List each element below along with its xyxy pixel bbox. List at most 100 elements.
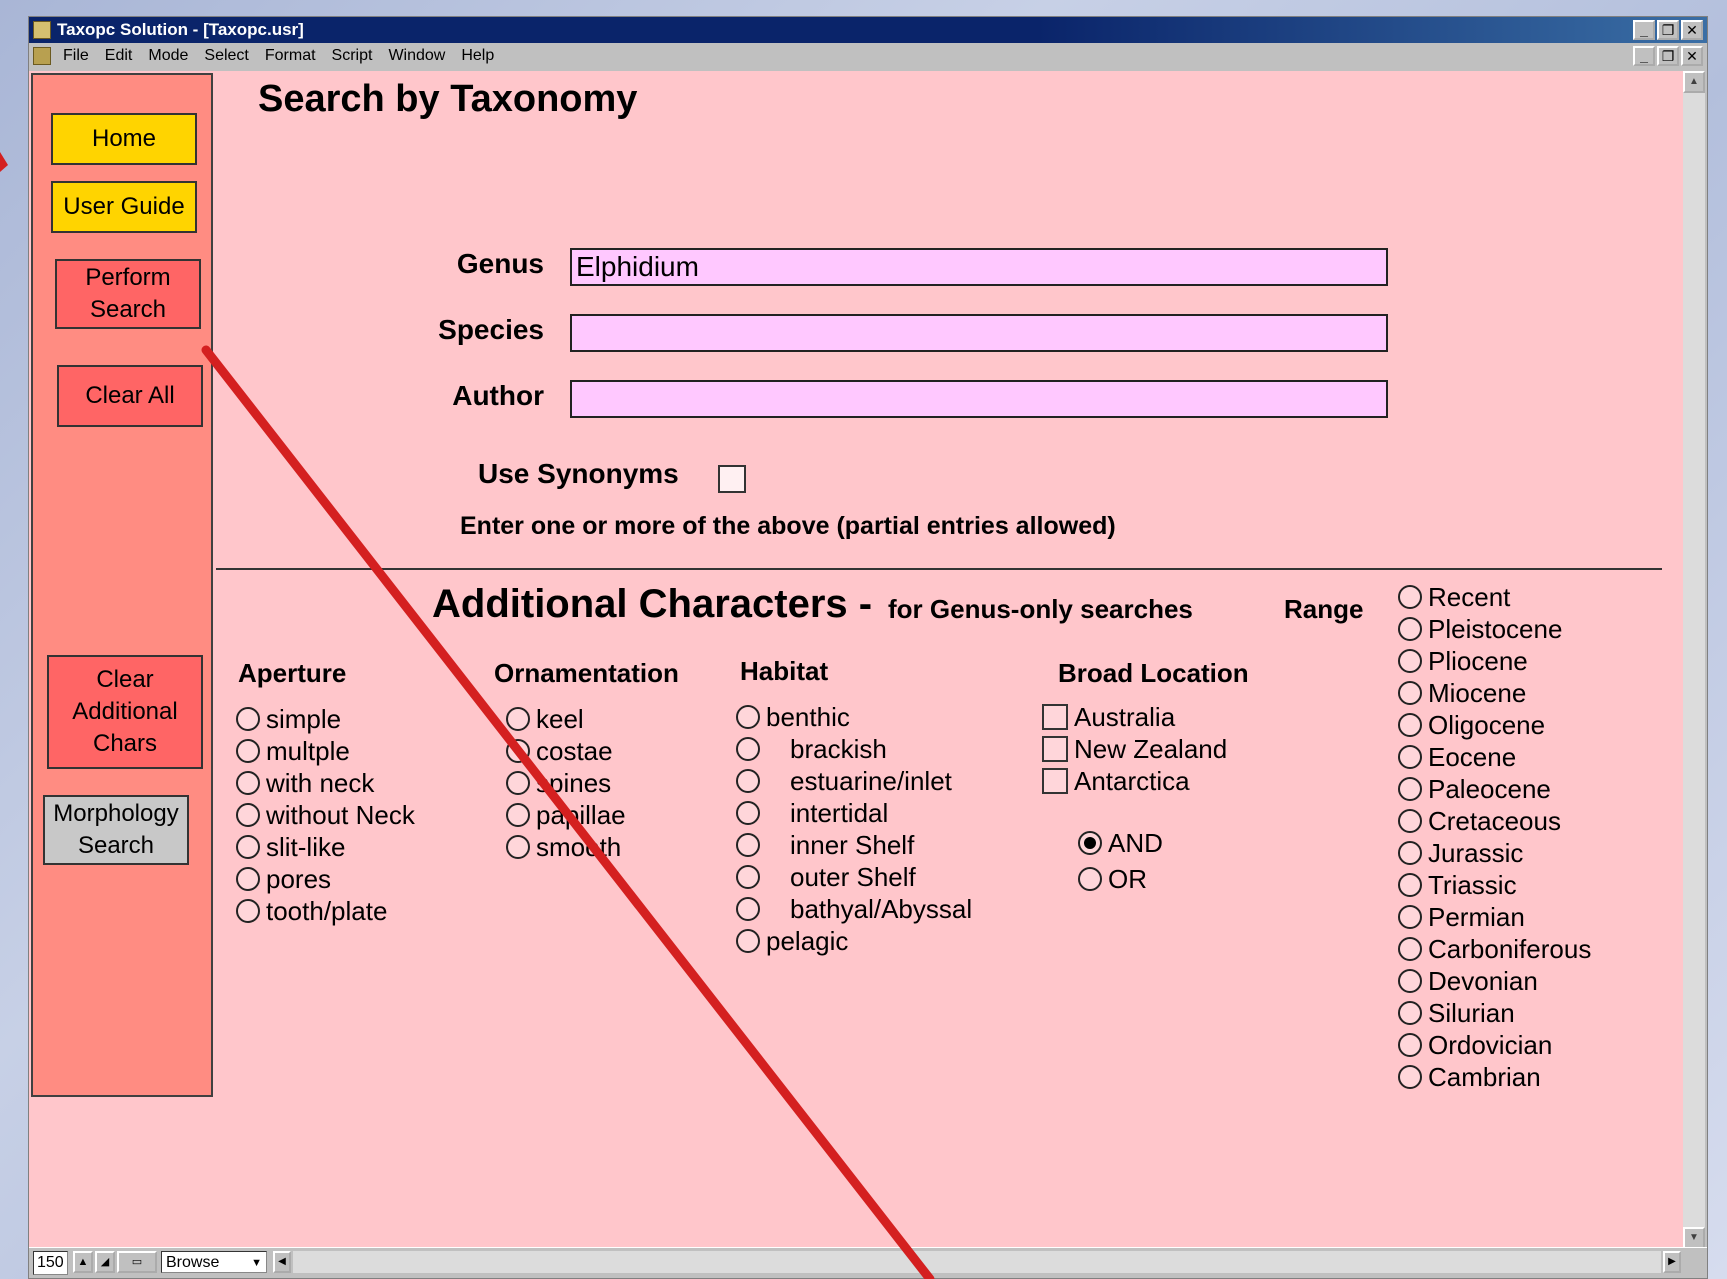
scroll-down-icon[interactable]: ▼ <box>1683 1227 1705 1249</box>
menu-edit[interactable]: Edit <box>105 43 133 69</box>
option-radio[interactable] <box>1398 841 1422 865</box>
option-radio[interactable] <box>236 739 260 763</box>
range-option[interactable]: Permian <box>1398 902 1525 932</box>
restore-icon[interactable]: ❐ <box>1657 20 1679 40</box>
option-radio[interactable] <box>1398 1033 1422 1057</box>
option-radio[interactable] <box>1398 809 1422 833</box>
close-icon[interactable]: ✕ <box>1681 20 1703 40</box>
range-option[interactable]: Carboniferous <box>1398 934 1591 964</box>
option-radio[interactable] <box>1398 873 1422 897</box>
doc-close-icon[interactable]: ✕ <box>1681 46 1703 66</box>
option-radio[interactable] <box>736 737 760 761</box>
range-option[interactable]: Cretaceous <box>1398 806 1561 836</box>
habitat-option[interactable]: inner Shelf <box>736 830 914 860</box>
zoom-in-icon[interactable]: ◢ <box>95 1251 115 1273</box>
habitat-option[interactable]: estuarine/inlet <box>736 766 952 796</box>
orn-option[interactable]: smooth <box>506 832 621 862</box>
aperture-option[interactable]: multple <box>236 736 350 766</box>
option-radio[interactable] <box>1398 745 1422 769</box>
range-option[interactable]: Miocene <box>1398 678 1526 708</box>
option-radio[interactable] <box>236 707 260 731</box>
horizontal-scrollbar[interactable] <box>293 1251 1661 1273</box>
use-synonyms-checkbox[interactable] <box>718 465 746 493</box>
menu-format[interactable]: Format <box>265 43 316 69</box>
option-radio[interactable] <box>1398 905 1422 929</box>
option-radio[interactable] <box>1398 777 1422 801</box>
author-input[interactable] <box>570 380 1388 418</box>
habitat-option[interactable]: brackish <box>736 734 887 764</box>
option-radio[interactable] <box>236 803 260 827</box>
orn-option[interactable]: keel <box>506 704 584 734</box>
option-radio[interactable] <box>736 705 760 729</box>
option-radio[interactable] <box>236 899 260 923</box>
mode-select[interactable]: Browse ▼ <box>161 1251 267 1273</box>
zoom-out-icon[interactable]: ▲ <box>73 1251 93 1273</box>
habitat-option[interactable]: pelagic <box>736 926 848 956</box>
user-guide-button[interactable]: User Guide <box>51 181 197 233</box>
habitat-option[interactable]: outer Shelf <box>736 862 916 892</box>
habitat-option[interactable]: intertidal <box>736 798 888 828</box>
menu-select[interactable]: Select <box>204 43 248 69</box>
option-radio[interactable] <box>1398 1001 1422 1025</box>
doc-minimize-icon[interactable]: _ <box>1633 46 1655 66</box>
clear-all-button[interactable]: Clear All <box>57 365 203 427</box>
range-option[interactable]: Cambrian <box>1398 1062 1541 1092</box>
range-option[interactable]: Eocene <box>1398 742 1516 772</box>
home-button[interactable]: Home <box>51 113 197 165</box>
aperture-option[interactable]: without Neck <box>236 800 415 830</box>
scroll-up-icon[interactable]: ▲ <box>1683 71 1705 93</box>
menu-file[interactable]: File <box>63 43 89 69</box>
doc-restore-icon[interactable]: ❐ <box>1657 46 1679 66</box>
range-option[interactable]: Paleocene <box>1398 774 1551 804</box>
aperture-option[interactable]: with neck <box>236 768 374 798</box>
option-radio[interactable] <box>506 771 530 795</box>
status-toggle-icon[interactable]: ▭ <box>117 1251 157 1273</box>
habitat-option[interactable]: bathyal/Abyssal <box>736 894 972 924</box>
option-radio[interactable] <box>736 833 760 857</box>
option-radio[interactable] <box>736 801 760 825</box>
option-radio[interactable] <box>236 867 260 891</box>
option-radio[interactable] <box>1398 617 1422 641</box>
scroll-left-icon[interactable]: ◀ <box>273 1251 291 1273</box>
minimize-icon[interactable]: _ <box>1633 20 1655 40</box>
document-icon[interactable] <box>33 47 51 65</box>
option-checkbox[interactable] <box>1042 704 1068 730</box>
range-option[interactable]: Silurian <box>1398 998 1515 1028</box>
range-option[interactable]: Triassic <box>1398 870 1517 900</box>
or-radio-option[interactable]: OR <box>1078 864 1147 894</box>
menu-window[interactable]: Window <box>388 43 445 69</box>
range-option[interactable]: Oligocene <box>1398 710 1545 740</box>
and-radio[interactable] <box>1078 831 1102 855</box>
option-radio[interactable] <box>1398 681 1422 705</box>
morphology-search-button[interactable]: Morphology Search <box>43 795 189 865</box>
menu-mode[interactable]: Mode <box>148 43 188 69</box>
orn-option[interactable]: costae <box>506 736 613 766</box>
option-radio[interactable] <box>1398 585 1422 609</box>
loc-option[interactable]: New Zealand <box>1042 734 1227 764</box>
option-radio[interactable] <box>736 769 760 793</box>
menu-script[interactable]: Script <box>332 43 373 69</box>
option-radio[interactable] <box>736 929 760 953</box>
range-option[interactable]: Recent <box>1398 582 1510 612</box>
option-radio[interactable] <box>506 803 530 827</box>
option-radio[interactable] <box>506 739 530 763</box>
option-radio[interactable] <box>506 835 530 859</box>
option-checkbox[interactable] <box>1042 736 1068 762</box>
option-radio[interactable] <box>506 707 530 731</box>
loc-option[interactable]: Antarctica <box>1042 766 1190 796</box>
option-checkbox[interactable] <box>1042 768 1068 794</box>
orn-option[interactable]: papillae <box>506 800 626 830</box>
zoom-level[interactable]: 150 <box>33 1251 68 1275</box>
aperture-option[interactable]: simple <box>236 704 341 734</box>
option-radio[interactable] <box>236 771 260 795</box>
option-radio[interactable] <box>1398 649 1422 673</box>
genus-input[interactable]: Elphidium <box>570 248 1388 286</box>
loc-option[interactable]: Australia <box>1042 702 1175 732</box>
range-option[interactable]: Devonian <box>1398 966 1538 996</box>
clear-additional-chars-button[interactable]: Clear Additional Chars <box>47 655 203 769</box>
aperture-option[interactable]: slit-like <box>236 832 345 862</box>
option-radio[interactable] <box>1398 1065 1422 1089</box>
option-radio[interactable] <box>1398 713 1422 737</box>
option-radio[interactable] <box>236 835 260 859</box>
option-radio[interactable] <box>1398 969 1422 993</box>
